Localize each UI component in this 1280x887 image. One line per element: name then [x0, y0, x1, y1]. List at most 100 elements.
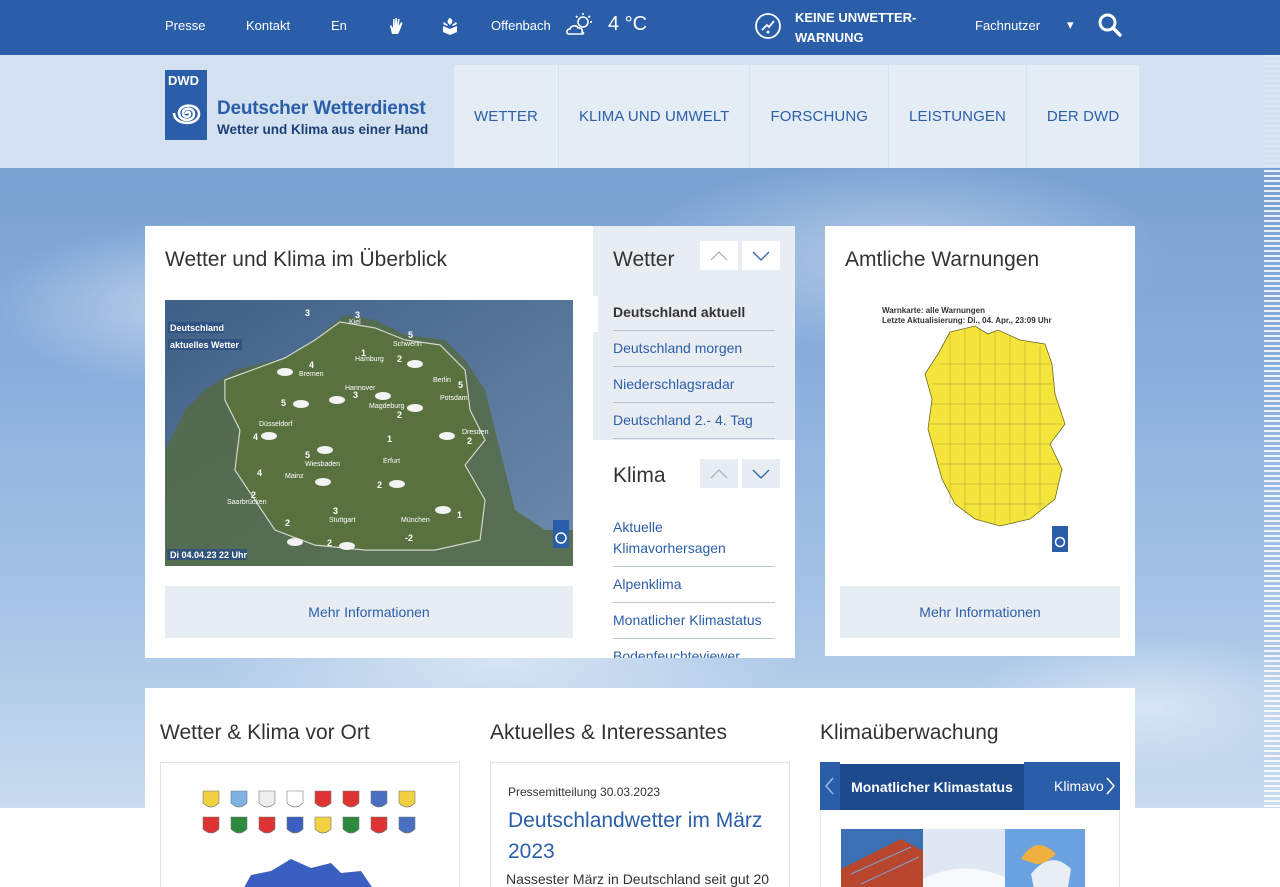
weather-map[interactable]: Kiel Schwerin Hamburg Bremen Hannover Berlin…	[165, 300, 573, 566]
press-date: Pressemitteilung 30.03.2023	[508, 785, 661, 799]
svg-text:-2: -2	[405, 533, 413, 543]
easy-language-icon[interactable]	[440, 16, 460, 36]
svg-text:2: 2	[397, 354, 402, 364]
svg-text:Berlin: Berlin	[433, 377, 451, 384]
kontakt-link[interactable]: Kontakt	[246, 18, 290, 33]
link-aktuelle-klimavorhersagen[interactable]: Aktuelle Klimavorhersagen	[613, 517, 775, 567]
state-coats-of-arms	[202, 790, 416, 887]
partly-cloudy-icon	[566, 13, 592, 35]
dwd-logo[interactable]: DWD Deutscher Wetterdienst Wetter und Kl…	[165, 70, 435, 142]
tab-klimavorhersagen[interactable]: Klimavo	[1054, 778, 1104, 794]
spiral-logo-icon	[172, 104, 201, 125]
english-link[interactable]: En	[331, 18, 347, 33]
svg-text:München: München	[401, 517, 430, 524]
svg-text:Mainz: Mainz	[285, 473, 304, 480]
press-card[interactable]: Pressemitteilung 30.03.2023 Deutschlandw…	[490, 762, 790, 887]
svg-text:2: 2	[377, 480, 382, 490]
warning-map-caption: Warnkarte: alle Warnungen Letzte Aktuali…	[882, 306, 1052, 326]
svg-text:2: 2	[251, 490, 256, 500]
svg-text:Düsseldorf: Düsseldorf	[259, 421, 293, 428]
link-niederschlagsradar[interactable]: Niederschlagsradar	[613, 374, 775, 403]
chevron-up-icon	[710, 468, 728, 478]
vor-ort-card[interactable]	[160, 762, 460, 887]
svg-text:Schwerin: Schwerin	[393, 341, 422, 348]
nav-leistungen[interactable]: LEISTUNGEN	[888, 65, 1026, 168]
link-monatlicher-klimastatus[interactable]: Monatlicher Klimastatus	[613, 610, 775, 639]
chevron-left-icon[interactable]	[823, 774, 837, 798]
no-warning-icon[interactable]	[754, 12, 782, 40]
link-bodenfeuchteviewer[interactable]: Bodenfeuchteviewer	[613, 646, 775, 658]
nav-klima-umwelt[interactable]: KLIMA UND UMWELT	[557, 65, 750, 168]
overview-title: Wetter und Klima im Überblick	[165, 248, 448, 271]
warnings-more-button[interactable]: Mehr Informationen	[840, 586, 1120, 638]
svg-text:1: 1	[387, 434, 392, 444]
logo-abbr: DWD	[168, 73, 200, 88]
svg-text:3: 3	[333, 506, 338, 516]
logo-claim: Wetter und Klima aus einer Hand	[217, 122, 429, 137]
klima-up-button[interactable]	[700, 459, 738, 488]
presse-link[interactable]: Presse	[165, 18, 205, 33]
logo-box: DWD	[165, 70, 207, 140]
svg-text:2: 2	[327, 538, 332, 548]
link-alpenklima[interactable]: Alpenklima	[613, 574, 775, 603]
fachnutzer-menu[interactable]: Fachnutzer	[975, 18, 1040, 33]
warning-map-title: Warnkarte: alle Warnungen	[882, 306, 985, 315]
press-title[interactable]: Deutschlandwetter im März 2023	[508, 805, 783, 867]
link-deutschland-2-4-tag[interactable]: Deutschland 2.- 4. Tag	[613, 410, 775, 439]
link-deutschland-aktuell[interactable]: Deutschland aktuell	[613, 302, 775, 331]
svg-text:Bremen: Bremen	[299, 371, 324, 378]
svg-text:Hannover: Hannover	[345, 385, 376, 392]
wetter-down-button[interactable]	[742, 241, 780, 270]
vor-ort-title: Wetter & Klima vor Ort	[160, 721, 370, 744]
bottom-section: Wetter & Klima vor Ort Aktuelles & Inter…	[145, 688, 1135, 887]
chevron-up-icon	[710, 250, 728, 260]
link-deutschland-morgen[interactable]: Deutschland morgen	[613, 338, 775, 367]
klima-section: Klima Aktuelle Klimavorhersagen Alpenkli…	[593, 440, 795, 658]
svg-text:Stuttgart: Stuttgart	[329, 517, 356, 524]
svg-text:Dresden: Dresden	[462, 429, 489, 436]
svg-text:2: 2	[397, 410, 402, 420]
map-label-type: aktuelles Wetter	[170, 340, 239, 350]
svg-text:3: 3	[353, 390, 358, 400]
svg-text:1: 1	[457, 510, 462, 520]
svg-text:1: 1	[361, 348, 366, 358]
search-icon[interactable]	[1097, 12, 1123, 38]
sign-language-icon[interactable]	[386, 16, 406, 36]
nav-forschung[interactable]: FORSCHUNG	[749, 65, 889, 168]
svg-text:5: 5	[408, 330, 413, 340]
svg-text:4: 4	[309, 360, 314, 370]
warnings-panel: Amtliche Warnungen Warnkarte: alle Warnu…	[825, 226, 1135, 656]
location-label: Offenbach	[491, 18, 551, 33]
klima-card[interactable]	[820, 810, 1120, 887]
tab-monatlicher-klimastatus[interactable]: Monatlicher Klimastatus	[840, 762, 1024, 810]
svg-text:5: 5	[281, 398, 286, 408]
chevron-right-icon[interactable]	[1103, 774, 1117, 798]
wetter-up-button[interactable]	[700, 241, 738, 270]
warnings-title: Amtliche Warnungen	[845, 248, 1040, 271]
overview-more-button[interactable]: Mehr Informationen	[165, 586, 573, 638]
chevron-down-icon	[752, 251, 770, 261]
svg-text:Saarbrücken: Saarbrücken	[227, 499, 267, 506]
chevron-down-icon	[752, 469, 770, 479]
klimaueberwachung-title: Klimaüberwachung	[820, 721, 999, 744]
press-teaser: Nassester März in Deutschland seit gut 2…	[506, 871, 770, 887]
svg-text:Magdeburg: Magdeburg	[369, 403, 405, 410]
svg-text:5: 5	[458, 380, 463, 390]
overview-panel: Wetter und Klima im Überblick Kiel Schwer…	[145, 226, 595, 658]
nav-wetter[interactable]: WETTER	[453, 65, 558, 168]
klima-down-button[interactable]	[742, 459, 780, 488]
svg-text:3: 3	[355, 310, 360, 320]
svg-text:2: 2	[285, 518, 290, 528]
svg-text:4: 4	[253, 432, 258, 442]
svg-text:5: 5	[305, 450, 310, 460]
svg-text:Hamburg: Hamburg	[355, 356, 384, 363]
chevron-down-icon[interactable]: ▾	[1067, 17, 1074, 33]
svg-text:4: 4	[257, 468, 262, 478]
warning-status[interactable]: KEINE UNWETTER-WARNUNG	[795, 8, 935, 48]
nav-der-dwd[interactable]: DER DWD	[1025, 65, 1140, 168]
site-header: DWD Deutscher Wetterdienst Wetter und Kl…	[0, 55, 1280, 168]
svg-text:2: 2	[467, 436, 472, 446]
main-navigation: WETTER KLIMA UND UMWELT FORSCHUNG LEISTU…	[453, 65, 1140, 168]
warning-map[interactable]	[880, 304, 1080, 554]
map-timestamp: Di 04.04.23 22 Uhr	[170, 550, 248, 560]
